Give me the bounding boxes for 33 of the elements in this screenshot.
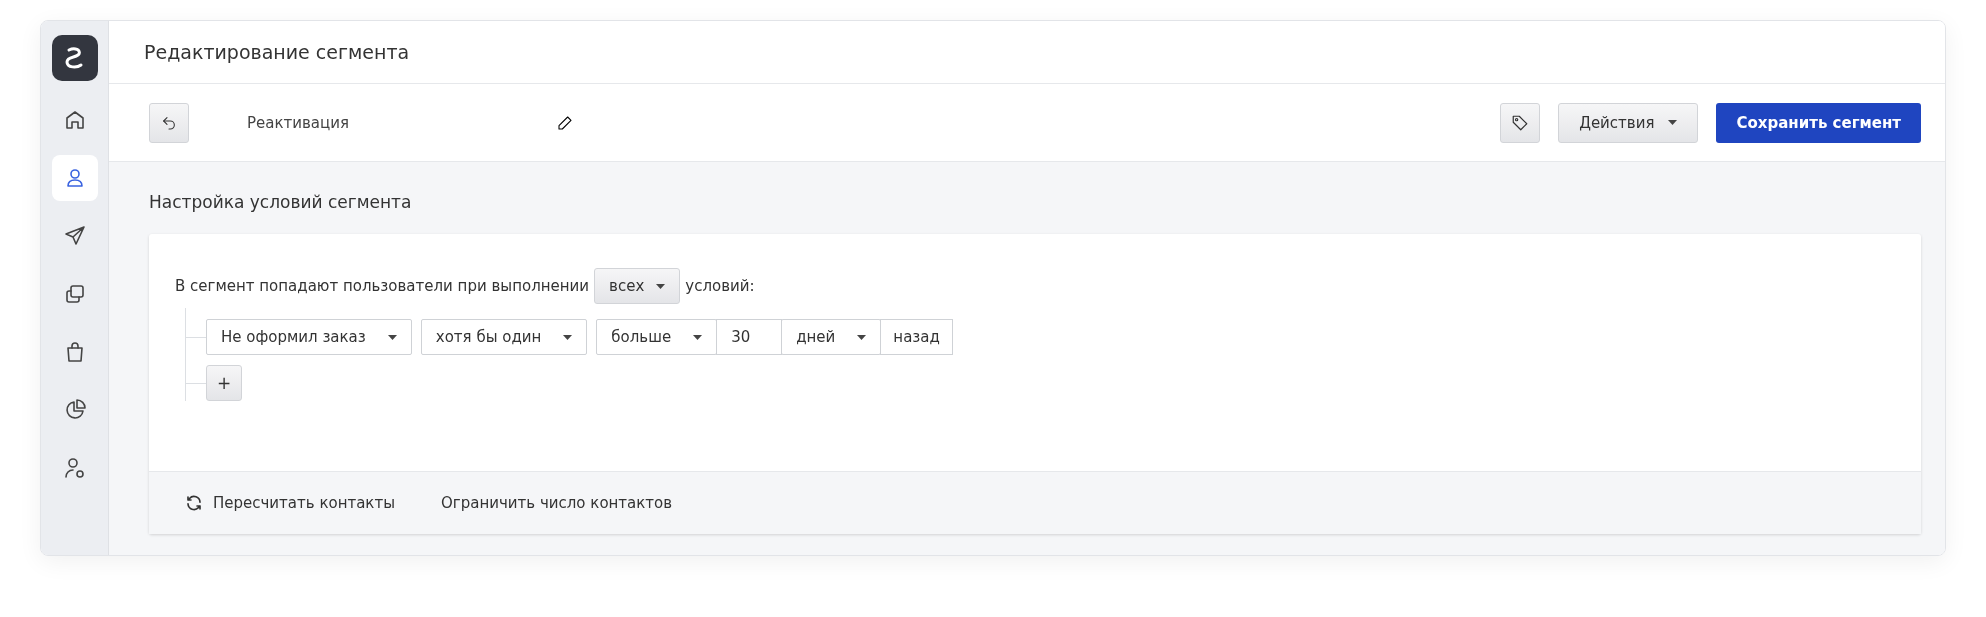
condition-dropdown[interactable]: Не оформил заказ xyxy=(206,319,412,355)
rule-text: В сегмент попадают пользователи при выполнении xyxy=(175,277,590,295)
back-button[interactable] xyxy=(149,102,189,143)
match-dropdown[interactable]: всех xyxy=(594,268,681,304)
section-title: Настройка условий сегмента xyxy=(149,192,413,212)
segment-name: Реактивация xyxy=(247,113,351,132)
number-field[interactable]: 30 xyxy=(716,319,783,355)
sidebar-item[interactable] xyxy=(51,155,98,201)
refresh-icon xyxy=(185,494,203,512)
rule-text: условий: xyxy=(685,277,755,295)
undo-arrow-icon xyxy=(161,114,177,131)
caret-icon xyxy=(387,334,397,340)
caret-icon xyxy=(656,283,666,289)
logo-icon[interactable] xyxy=(51,35,98,81)
condition-dropdown[interactable]: дней xyxy=(781,319,882,355)
caret-icon xyxy=(563,334,573,340)
actions-dropdown[interactable]: Действия xyxy=(1558,102,1699,143)
caret-icon xyxy=(693,334,703,340)
caret-icon xyxy=(1668,120,1678,125)
condition-dropdown[interactable]: больше xyxy=(596,319,718,355)
send-icon xyxy=(62,224,87,248)
save-button[interactable]: Сохранить сегмент xyxy=(1716,102,1921,143)
condition-text: назад xyxy=(880,319,953,355)
add-condition-button[interactable]: + xyxy=(206,365,242,401)
limit-contacts-link[interactable]: Ограничить число контактов xyxy=(441,494,673,512)
user-settings-icon xyxy=(62,456,87,480)
page-title: Редактирование сегмента xyxy=(144,41,410,63)
tag-icon xyxy=(1511,113,1530,132)
pencil-icon[interactable] xyxy=(557,114,573,131)
tag-button[interactable] xyxy=(1500,102,1541,143)
condition-dropdown[interactable]: хотя бы один xyxy=(420,319,588,355)
recount-link[interactable]: Пересчитать контакты xyxy=(185,494,395,512)
caret-icon xyxy=(857,334,867,340)
